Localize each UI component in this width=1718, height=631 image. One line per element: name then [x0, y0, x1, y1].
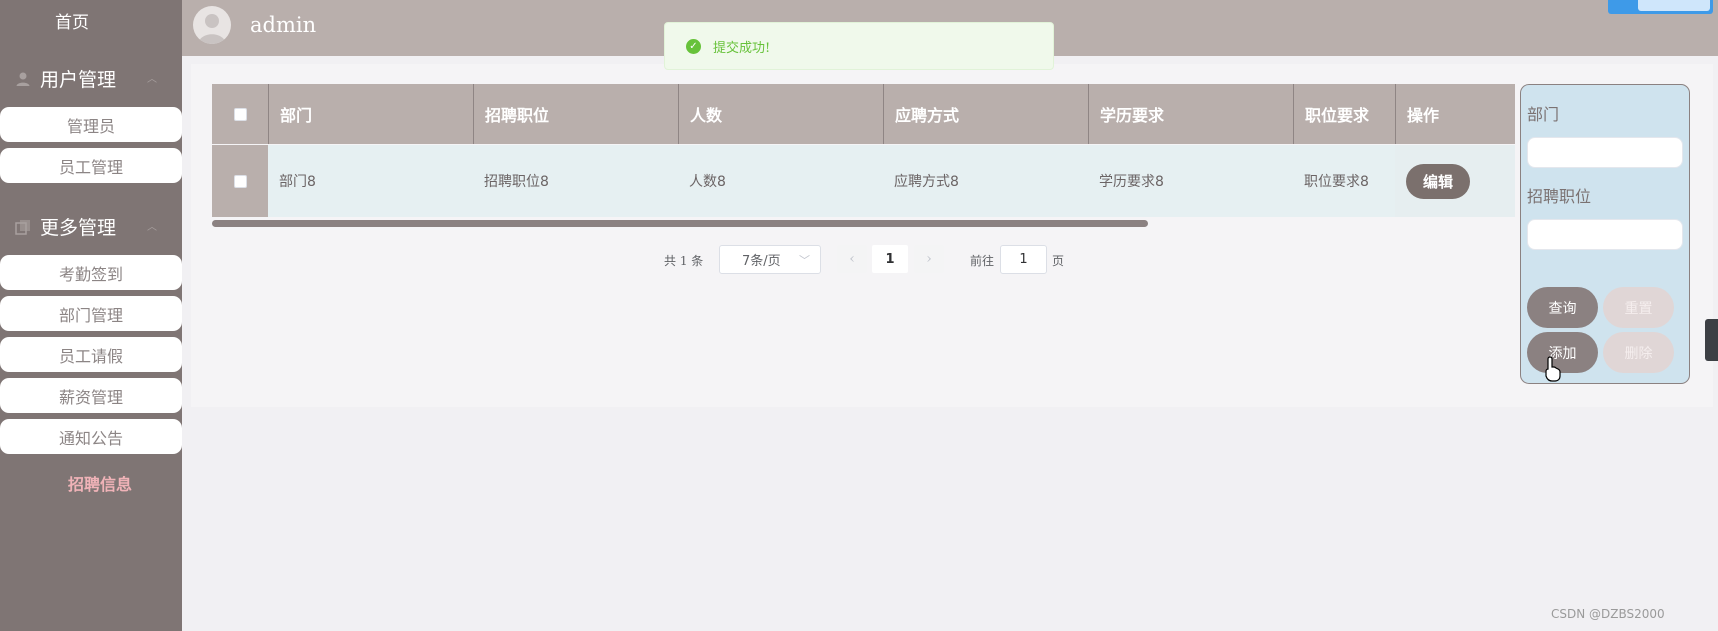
- column-header: 学历要求: [1088, 84, 1293, 144]
- table-cell: 职位要求8: [1304, 174, 1369, 190]
- column-header: 部门: [268, 84, 473, 144]
- chevron-up-icon: ︿: [147, 74, 157, 85]
- sidebar: 首页 用户管理 ︿ 管理员 员工管理 更多管理 ︿ 考勤签到 部门管理 员工请假…: [0, 0, 182, 631]
- goto-label: 前往: [970, 254, 995, 268]
- data-table: 部门 招聘职位 人数 应聘方式 学历要求 职位要求 操作 部门8 招聘职位8 人…: [212, 84, 1515, 217]
- table-cell: 招聘职位8: [484, 174, 549, 190]
- sidebar-item-notice[interactable]: 通知公告: [0, 419, 182, 454]
- filter-panel: 部门 招聘职位 查询 重置 添加 删除: [1520, 84, 1690, 384]
- action-cell: 编辑: [1395, 145, 1515, 217]
- avatar[interactable]: [193, 6, 231, 44]
- user-icon: [15, 70, 31, 86]
- chevron-up-icon: ︿: [147, 222, 157, 233]
- column-header: 操作: [1395, 84, 1515, 144]
- table-header: 部门 招聘职位 人数 应聘方式 学历要求 职位要求 操作: [212, 84, 1515, 144]
- table-cell: 学历要求8: [1099, 174, 1164, 190]
- chevron-down-icon: ﹀: [799, 254, 810, 267]
- sidebar-item-salary[interactable]: 薪资管理: [0, 378, 182, 413]
- sidebar-item-employee-management[interactable]: 员工管理: [0, 148, 182, 183]
- table-row: 部门8 招聘职位8 人数8 应聘方式8 学历要求8 职位要求8 编辑: [212, 145, 1515, 217]
- page-number-current[interactable]: 1: [872, 245, 908, 273]
- row-select-cell: [212, 145, 268, 217]
- goto-page-input[interactable]: 1: [1000, 245, 1047, 274]
- top-right-badge[interactable]: [1608, 0, 1713, 14]
- sidebar-group-label: 更多管理: [40, 216, 117, 239]
- select-all-cell: [212, 84, 268, 144]
- sidebar-item-leave[interactable]: 员工请假: [0, 337, 182, 372]
- username[interactable]: admin: [250, 13, 316, 37]
- success-toast: ✓ 提交成功!: [664, 22, 1054, 70]
- position-input[interactable]: [1527, 219, 1683, 250]
- department-label: 部门: [1527, 105, 1560, 124]
- column-header: 应聘方式: [883, 84, 1088, 144]
- sidebar-group-label: 用户管理: [40, 68, 117, 91]
- prev-page-button[interactable]: ‹: [837, 245, 867, 273]
- pagination-total: 共 1 条: [664, 254, 704, 268]
- toast-message: 提交成功!: [713, 40, 771, 56]
- hand-cursor-icon: [1545, 356, 1561, 382]
- table-cell: 人数8: [689, 174, 726, 190]
- check-circle-icon: ✓: [686, 38, 701, 54]
- edit-button[interactable]: 编辑: [1406, 163, 1470, 199]
- copy-icon: [15, 218, 31, 235]
- add-button[interactable]: 添加: [1527, 332, 1598, 373]
- column-header: 人数: [678, 84, 883, 144]
- sidebar-group-more-management[interactable]: 更多管理 ︿: [0, 206, 182, 246]
- query-button[interactable]: 查询: [1527, 287, 1598, 328]
- side-drawer-handle[interactable]: [1705, 319, 1718, 361]
- column-header: 职位要求: [1293, 84, 1395, 144]
- chevron-right-icon: ›: [926, 251, 932, 267]
- sidebar-group-user-management[interactable]: 用户管理 ︿: [0, 58, 182, 98]
- department-input[interactable]: [1527, 137, 1683, 168]
- page-size-select[interactable]: 7条/页 ﹀: [719, 245, 821, 274]
- horizontal-scrollbar[interactable]: [212, 220, 1148, 227]
- sidebar-item-home[interactable]: 首页: [0, 8, 144, 33]
- select-all-checkbox[interactable]: [233, 107, 247, 121]
- delete-button[interactable]: 删除: [1603, 332, 1674, 373]
- sidebar-item-admin[interactable]: 管理员: [0, 107, 182, 142]
- watermark: CSDN @DZBS2000: [1551, 607, 1665, 621]
- position-label: 招聘职位: [1527, 187, 1592, 206]
- table-cell: 应聘方式8: [894, 174, 959, 190]
- column-header: 招聘职位: [473, 84, 678, 144]
- reset-button[interactable]: 重置: [1603, 287, 1674, 328]
- chevron-left-icon: ‹: [849, 251, 855, 267]
- table-cell: 部门8: [279, 174, 316, 190]
- next-page-button[interactable]: ›: [914, 245, 944, 273]
- row-checkbox[interactable]: [233, 174, 247, 188]
- page-unit-label: 页: [1052, 254, 1065, 268]
- sidebar-item-attendance[interactable]: 考勤签到: [0, 255, 182, 290]
- sidebar-item-recruitment[interactable]: 招聘信息: [0, 471, 200, 495]
- page-size-value: 7条/页: [742, 254, 781, 269]
- sidebar-item-department[interactable]: 部门管理: [0, 296, 182, 331]
